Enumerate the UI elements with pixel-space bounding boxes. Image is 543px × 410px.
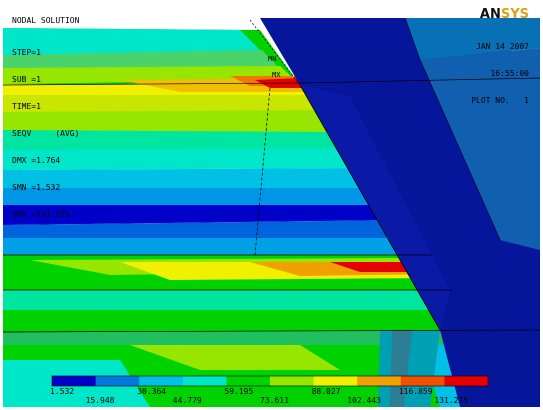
legend-value-bottom: 73.611 — [260, 396, 289, 405]
time-label: TIME=1 — [12, 102, 41, 111]
legend-value-top: 116.859 — [398, 387, 433, 396]
legend-swatch-5 — [226, 376, 271, 386]
legend-swatch-4 — [182, 376, 227, 386]
legend-swatch-8 — [357, 376, 402, 386]
legend-swatch-7 — [313, 376, 358, 386]
plot-date: JAN 14 2007 — [476, 42, 529, 51]
legend-swatch-6 — [270, 376, 315, 386]
seqv-label: SEQV (AVG) — [12, 129, 80, 138]
date-block: JAN 14 2007 16:55:00 PLOT NO. 1 — [471, 24, 529, 123]
legend-value-top: 30.364 — [137, 387, 167, 396]
contour-legend — [51, 375, 489, 387]
smn-label: SMN =1.532 — [12, 183, 61, 192]
graphics-viewport[interactable]: NODAL SOLUTION STEP=1 SUB =1 TIME=1 SEQV… — [0, 0, 543, 410]
legend-swatch-10 — [444, 376, 489, 386]
smx-label: SMX =131.275 — [12, 210, 70, 219]
legend-value-top: 1.532 — [50, 387, 75, 396]
mn-marker: MN — [268, 55, 277, 63]
plot-number: PLOT NO. 1 — [471, 96, 529, 105]
legend-swatch-3 — [139, 376, 184, 386]
legend-value-top: 88.027 — [311, 387, 341, 396]
plot-time: 16:55:00 — [490, 69, 529, 78]
substep-label: SUB =1 — [12, 75, 41, 84]
step-label: STEP=1 — [12, 48, 41, 57]
result-info: STEP=1 SUB =1 TIME=1 SEQV (AVG) DMX =1.7… — [12, 30, 79, 237]
legend-swatch-9 — [400, 376, 445, 386]
legend-value-top: 59.195 — [224, 387, 254, 396]
legend-value-bottom: 131.275 — [434, 396, 469, 405]
mx-marker: MX — [272, 71, 281, 79]
legend-swatch-2 — [95, 376, 140, 386]
dmx-label: DMX =1.764 — [12, 156, 61, 165]
legend-value-bottom: 102.443 — [347, 396, 381, 405]
legend-value-bottom: 15.948 — [85, 396, 115, 405]
legend-value-bottom: 44.779 — [172, 396, 202, 405]
plot-title: NODAL SOLUTION — [12, 16, 80, 25]
ansys-logo: ANSYS — [479, 7, 529, 22]
legend-swatch-1 — [52, 376, 97, 386]
